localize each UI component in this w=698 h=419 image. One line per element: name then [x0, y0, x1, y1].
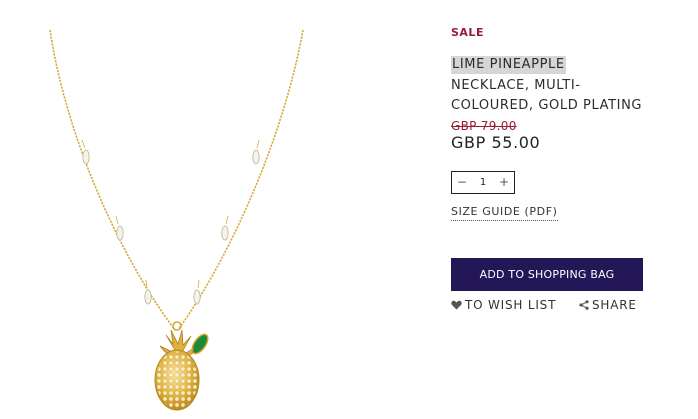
- share-button[interactable]: SHARE: [579, 298, 637, 312]
- product-name-line-1: LIME PINEAPPLE: [451, 56, 566, 74]
- product-name-line-3: COLOURED, GOLD PLATING: [451, 98, 643, 113]
- wish-list-label: TO WISH LIST: [465, 298, 557, 312]
- heart-icon: [451, 300, 462, 310]
- sale-price: GBP 55.00: [451, 133, 541, 152]
- product-name-line-2: NECKLACE, MULTI-: [451, 78, 581, 93]
- sale-badge: SALE: [451, 26, 484, 39]
- product-image: [0, 0, 440, 415]
- quantity-increase-button[interactable]: +: [494, 172, 514, 193]
- share-label: SHARE: [592, 298, 637, 312]
- share-icon: [579, 300, 589, 310]
- original-price: GBP 79.00: [451, 119, 517, 133]
- quantity-stepper: − 1 +: [451, 171, 515, 194]
- wish-list-button[interactable]: TO WISH LIST: [451, 298, 556, 312]
- add-to-bag-button[interactable]: ADD TO SHOPPING BAG: [451, 258, 643, 291]
- quantity-value[interactable]: 1: [472, 172, 494, 193]
- quantity-decrease-button[interactable]: −: [452, 172, 472, 193]
- product-info-panel: SALE LIME PINEAPPLE NECKLACE, MULTI- COL…: [451, 0, 698, 415]
- size-guide-link[interactable]: SIZE GUIDE (PDF): [451, 205, 558, 221]
